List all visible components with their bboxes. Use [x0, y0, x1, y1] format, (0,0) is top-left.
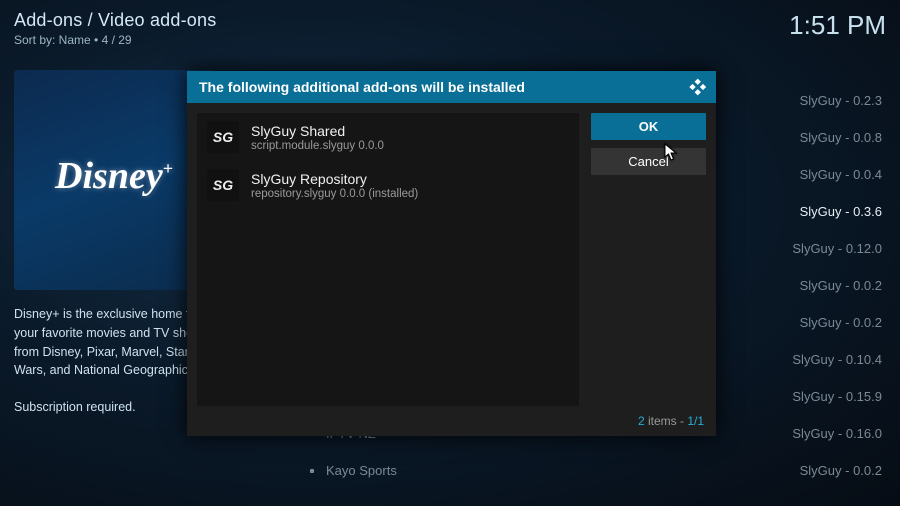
dialog-footer: 2 items - 1/1 — [187, 412, 716, 436]
app-window: Add-ons / Video add-ons Sort by: Name • … — [0, 0, 900, 506]
dep-name: SlyGuy Repository — [251, 171, 418, 187]
breadcrumb: Add-ons / Video add-ons — [14, 10, 216, 31]
dependency-row[interactable]: SG SlyGuy Shared script.module.slyguy 0.… — [207, 121, 569, 153]
install-deps-dialog: The following additional add-ons will be… — [187, 71, 716, 436]
item-count: 4 / 29 — [102, 33, 132, 47]
poster-logo: Disney+ — [55, 154, 173, 198]
dialog-buttons: OK Cancel — [591, 113, 706, 406]
addon-icon: SG — [207, 121, 239, 153]
kodi-logo-icon — [688, 78, 706, 96]
addon-icon: SG — [207, 169, 239, 201]
dep-subtitle: repository.slyguy 0.0.0 (installed) — [251, 188, 418, 200]
dialog-titlebar: The following additional add-ons will be… — [187, 71, 716, 103]
ok-button[interactable]: OK — [591, 113, 706, 140]
header: Add-ons / Video add-ons Sort by: Name • … — [14, 10, 216, 47]
dependency-row[interactable]: SG SlyGuy Repository repository.slyguy 0… — [207, 169, 569, 201]
cancel-button[interactable]: Cancel — [591, 148, 706, 175]
dep-name: SlyGuy Shared — [251, 123, 384, 139]
clock: 1:51 PM — [789, 10, 886, 41]
sort-label[interactable]: Sort by: Name — [14, 33, 91, 47]
sort-line: Sort by: Name • 4 / 29 — [14, 33, 216, 47]
dialog-body: SG SlyGuy Shared script.module.slyguy 0.… — [187, 103, 716, 412]
list-item[interactable]: Kayo SportsSlyGuy - 0.0.2 — [280, 452, 900, 489]
dialog-title: The following additional add-ons will be… — [199, 79, 525, 95]
addon-poster: Disney+ — [14, 70, 214, 290]
dependency-list[interactable]: SG SlyGuy Shared script.module.slyguy 0.… — [197, 113, 579, 406]
dep-subtitle: script.module.slyguy 0.0.0 — [251, 140, 384, 152]
